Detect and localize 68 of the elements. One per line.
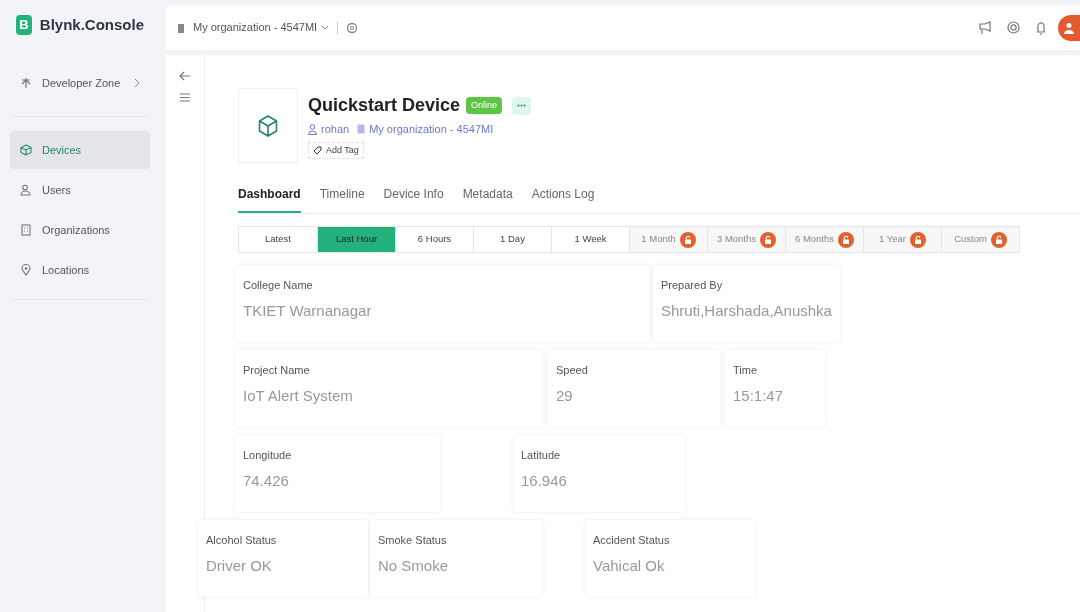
lock-icon bbox=[990, 231, 1007, 248]
widget-label: Longitude bbox=[243, 448, 293, 463]
widget-value: Driver OK bbox=[206, 555, 273, 576]
tab[interactable]: Timeline bbox=[319, 185, 365, 213]
sidebar-item[interactable]: Developer Zone bbox=[10, 64, 150, 102]
brand-logo: B bbox=[16, 15, 32, 35]
widget-value: 15:1:47 bbox=[733, 385, 785, 406]
widget-value: TKIET Warnanagar bbox=[243, 300, 373, 321]
building-icon bbox=[357, 124, 366, 135]
lock-icon bbox=[909, 231, 926, 248]
widget-label: Speed bbox=[556, 363, 589, 378]
widget-value: 74.426 bbox=[243, 470, 290, 491]
widget-label: Latitude bbox=[521, 448, 562, 463]
widget-label: Accident Status bbox=[593, 533, 671, 548]
building-icon bbox=[20, 224, 32, 236]
widget-label: Time bbox=[733, 363, 759, 378]
help-icon[interactable] bbox=[1007, 21, 1020, 34]
cube-icon bbox=[20, 144, 32, 156]
widget-value: 16.946 bbox=[521, 470, 568, 491]
settings-icon[interactable] bbox=[346, 21, 359, 34]
organization-dropdown[interactable]: My organization - 4547MI bbox=[193, 19, 330, 36]
widget-label: Alcohol Status bbox=[206, 533, 278, 548]
chevron-right-icon bbox=[134, 78, 140, 88]
bell-icon[interactable] bbox=[1036, 20, 1046, 35]
lock-icon bbox=[838, 231, 855, 248]
megaphone-icon[interactable] bbox=[979, 20, 991, 35]
organization-link[interactable]: My organization - 4547MI bbox=[369, 121, 494, 138]
time-range-button[interactable]: Last Hour bbox=[317, 227, 395, 252]
tab[interactable]: Dashboard bbox=[238, 185, 301, 213]
widget-value: Shruti,Harshada,Anushka bbox=[661, 300, 832, 321]
back-arrow-icon[interactable] bbox=[178, 71, 191, 81]
time-range-button[interactable]: 3 Months bbox=[707, 227, 785, 252]
widget-value: IoT Alert System bbox=[243, 385, 354, 406]
tab[interactable]: Actions Log bbox=[531, 185, 595, 213]
time-range-button[interactable]: 1 Year bbox=[863, 227, 941, 252]
user-icon bbox=[20, 184, 32, 196]
widget-label: Smoke Status bbox=[378, 533, 448, 548]
user-icon bbox=[308, 123, 317, 135]
widget-value: No Smoke bbox=[378, 555, 450, 576]
time-range-button[interactable]: 6 Months bbox=[785, 227, 863, 252]
sidebar-item[interactable]: Users bbox=[10, 171, 150, 209]
sidebar-item[interactable]: Locations bbox=[10, 251, 150, 289]
sidebar-item[interactable]: Organizations bbox=[10, 211, 150, 249]
chevron-down-icon bbox=[321, 24, 330, 31]
time-range-button[interactable]: 1 Month bbox=[629, 227, 707, 252]
building-icon bbox=[177, 22, 185, 33]
tab[interactable]: Device Info bbox=[383, 185, 444, 213]
brand-name: Blynk.Console bbox=[39, 14, 144, 35]
add-tag-button[interactable]: Add Tag bbox=[308, 141, 364, 159]
widget-label: Project Name bbox=[243, 363, 311, 378]
status-badge: Online bbox=[466, 96, 503, 115]
sidebar-item[interactable]: Devices bbox=[10, 131, 150, 169]
lock-icon bbox=[760, 231, 777, 248]
widget-value: Vahical Ok bbox=[593, 555, 666, 576]
lock-icon bbox=[679, 231, 696, 248]
widget-label: Prepared By bbox=[661, 278, 724, 293]
widget-value: 29 bbox=[556, 385, 574, 406]
location-pin-icon bbox=[20, 264, 32, 276]
avatar[interactable] bbox=[1058, 14, 1080, 41]
tag-icon bbox=[313, 145, 322, 155]
widget-label: College Name bbox=[243, 278, 314, 293]
menu-icon[interactable] bbox=[179, 93, 190, 102]
owner-link[interactable]: rohan bbox=[321, 121, 350, 138]
tab[interactable]: Metadata bbox=[462, 185, 513, 213]
device-name: Quickstart Device bbox=[308, 94, 461, 117]
cube-icon bbox=[258, 114, 278, 137]
more-icon bbox=[517, 104, 527, 107]
time-range-button[interactable]: Custom bbox=[941, 227, 1019, 252]
